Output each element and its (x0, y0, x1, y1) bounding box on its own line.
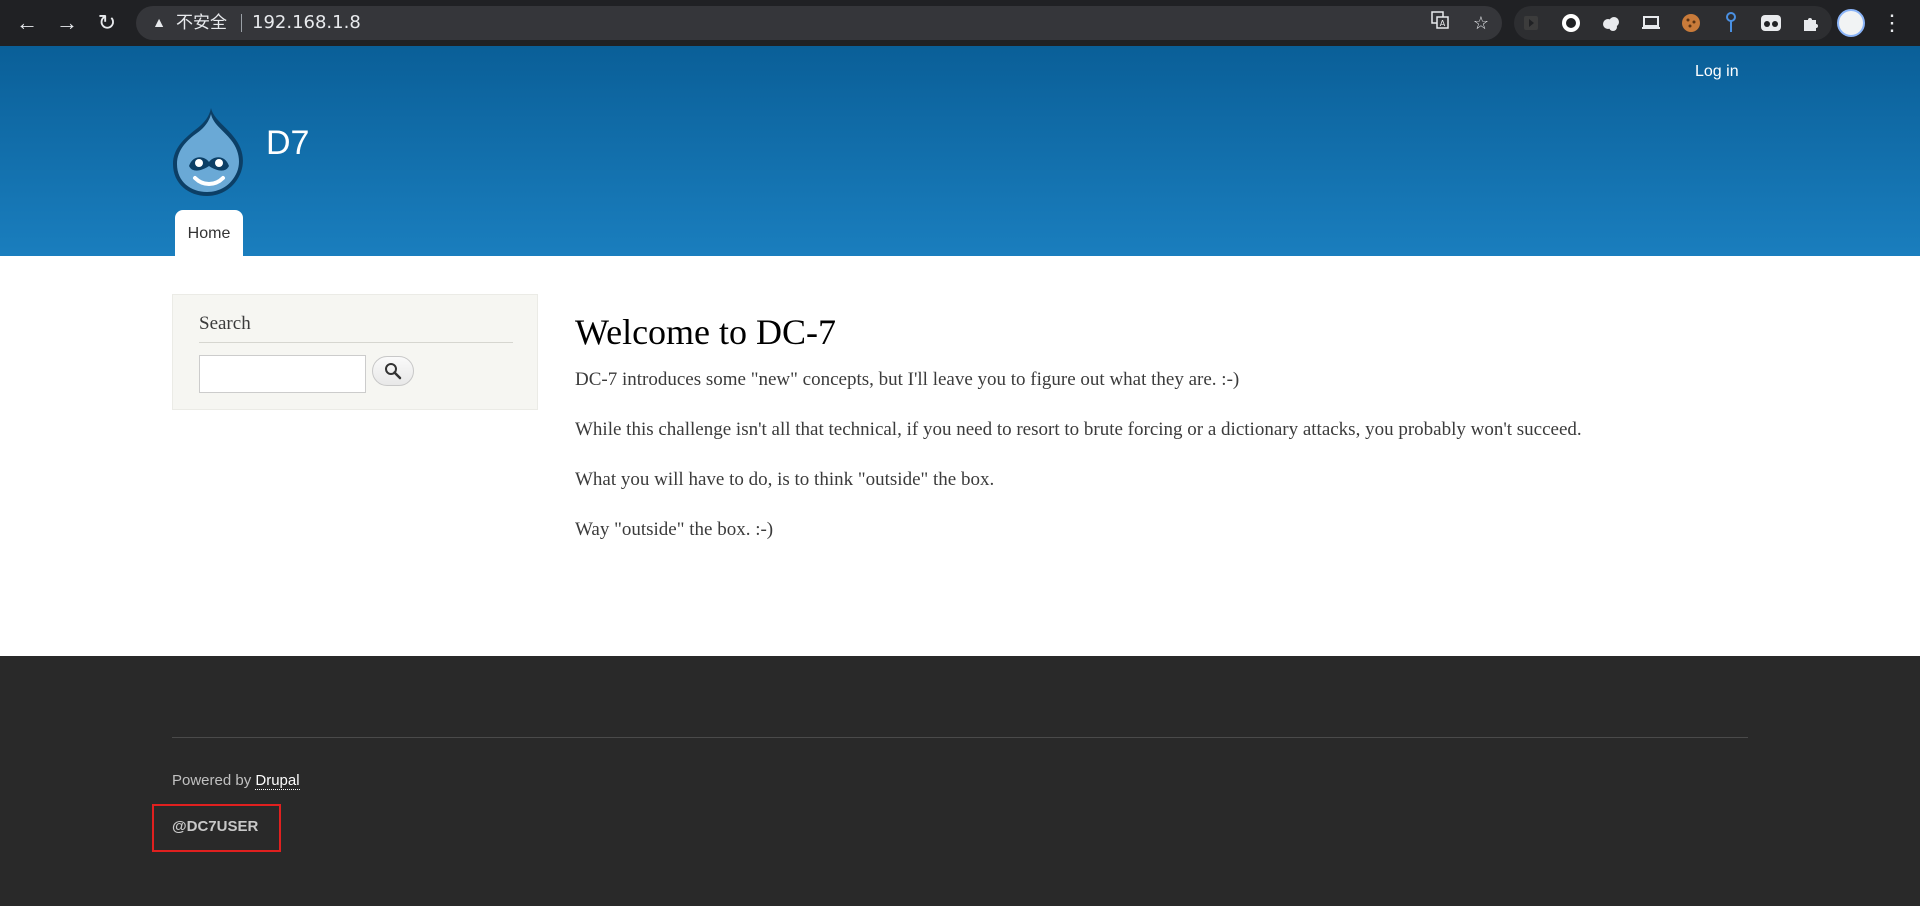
search-block: Search (172, 294, 538, 410)
tab-home[interactable]: Home (175, 210, 243, 256)
url-text[interactable]: 192.168.1.8 (252, 12, 361, 34)
reload-icon[interactable]: ↻ (91, 7, 123, 39)
omnibox-separator (241, 14, 242, 32)
site-header: Log in D7 Home (0, 46, 1920, 256)
drupal-logo-icon[interactable] (169, 106, 245, 198)
search-block-title: Search (199, 313, 251, 334)
forward-icon[interactable]: → (51, 7, 83, 39)
drupal-link[interactable]: Drupal (255, 772, 300, 790)
site-footer: Powered by Drupal @DC7USER (0, 656, 1920, 906)
paragraph: While this challenge isn't all that tech… (575, 419, 1582, 440)
browser-toolbar: ← → ↻ ▲ 不安全 192.168.1.8 A ☆ ⋮ (0, 0, 1920, 46)
footer-divider (172, 737, 1748, 738)
user-handle: @DC7USER (172, 818, 259, 835)
main-content: Welcome to DC-7 DC-7 introduces some "ne… (575, 310, 1775, 566)
divider (199, 342, 513, 343)
svg-text:A: A (1440, 19, 1446, 28)
extension-circle-icon[interactable] (1558, 10, 1584, 36)
profile-avatar-icon[interactable] (1837, 9, 1865, 37)
menu-kebab-icon[interactable]: ⋮ (1880, 9, 1904, 37)
search-input[interactable] (199, 355, 366, 393)
warning-icon[interactable]: ▲ (150, 13, 168, 31)
search-button[interactable] (372, 356, 414, 386)
paragraph: What you will have to do, is to think "o… (575, 469, 995, 490)
powered-by-prefix: Powered by (172, 772, 252, 789)
back-icon[interactable]: ← (11, 7, 43, 39)
extension-laptop-icon[interactable] (1638, 10, 1664, 36)
powered-by: Powered by Drupal (172, 772, 300, 790)
translate-icon[interactable]: A (1427, 10, 1453, 36)
extensions-puzzle-icon[interactable] (1798, 10, 1824, 36)
extension-cloud-icon[interactable] (1598, 10, 1624, 36)
bookmark-star-icon[interactable]: ☆ (1468, 10, 1494, 36)
security-label[interactable]: 不安全 (176, 12, 227, 34)
extension-key-icon[interactable] (1718, 10, 1744, 36)
magnifier-icon (385, 363, 402, 380)
extension-cookie-icon[interactable] (1678, 10, 1704, 36)
extension-dark-icon[interactable] (1518, 10, 1544, 36)
paragraph: Way "outside" the box. :-) (575, 519, 774, 540)
extension-spy-icon[interactable] (1758, 10, 1784, 36)
page-title: Welcome to DC-7 (575, 312, 837, 352)
site-name[interactable]: D7 (266, 124, 309, 163)
login-link[interactable]: Log in (1695, 63, 1739, 81)
paragraph: DC-7 introduces some "new" concepts, but… (575, 369, 1240, 390)
